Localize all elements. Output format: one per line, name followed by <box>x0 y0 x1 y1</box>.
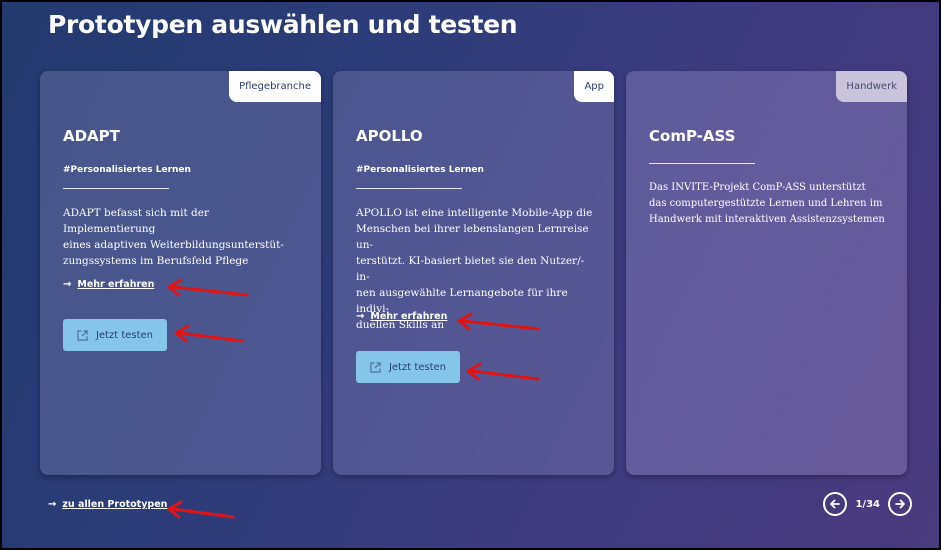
card-title: APOLLO <box>356 127 423 145</box>
card-description: ADAPT befasst sich mit der Implementieru… <box>63 205 303 269</box>
category-badge: Handwerk <box>836 71 907 102</box>
all-prototypes-link[interactable]: → zu allen Prototypen <box>48 499 167 510</box>
red-annotation-arrow <box>167 500 235 519</box>
description-line: eines adaptiven Weiterbildungsunterstüt- <box>63 239 284 251</box>
card-tag: #Personalisiertes Lernen <box>63 165 191 175</box>
category-badge: Pflegebranche <box>229 71 321 102</box>
test-now-button[interactable]: Jetzt testen <box>63 319 167 351</box>
external-link-icon <box>370 361 381 373</box>
next-button[interactable] <box>888 492 912 516</box>
all-prototypes-label: zu allen Prototypen <box>62 499 168 510</box>
prototype-card-comp-ass[interactable]: Handwerk ComP-ASS Das INVITE-Projekt Com… <box>626 71 907 475</box>
carousel-pager: 1/34 <box>823 492 912 516</box>
prev-button[interactable] <box>823 492 848 516</box>
arrow-right-icon: → <box>356 310 365 322</box>
prototype-card-apollo: App APOLLO #Personalisiertes Lernen APOL… <box>333 71 614 475</box>
divider <box>649 163 755 164</box>
test-now-label: Jetzt testen <box>95 329 154 341</box>
arrow-right-icon: → <box>63 278 72 290</box>
description-line: APOLLO ist eine intelligente Mobile-App … <box>356 207 593 219</box>
description-line: zungssystems im Berufsfeld Pflege <box>63 255 249 267</box>
arrow-right-icon: → <box>48 498 57 510</box>
description-line: Handwerk mit interaktiven Assistenzsyste… <box>649 214 885 225</box>
red-annotation-arrow <box>457 312 540 331</box>
chevron-left-circle-icon <box>830 499 841 509</box>
more-info-label: Mehr erfahren <box>77 279 155 290</box>
more-info-link[interactable]: → Mehr erfahren <box>356 311 447 322</box>
description-line: terstützt. KI-basiert bietet sie den Nut… <box>356 255 585 283</box>
page-counter: 1/34 <box>855 498 880 510</box>
card-description: Das INVITE-Projekt ComP-ASS unterstützt … <box>649 180 889 228</box>
description-line: das computergestützte Lernen und Lehren … <box>649 198 883 209</box>
divider <box>356 188 462 189</box>
test-now-button[interactable]: Jetzt testen <box>356 351 460 383</box>
chevron-right-circle-icon <box>895 499 905 509</box>
divider <box>63 188 169 189</box>
external-link-icon <box>77 329 88 341</box>
red-annotation-arrow <box>167 278 249 297</box>
card-title: ADAPT <box>63 127 120 145</box>
card-tag: #Personalisiertes Lernen <box>356 165 484 175</box>
prototype-card-adapt: Pflegebranche ADAPT #Personalisiertes Le… <box>40 71 321 475</box>
description-line: Menschen bei ihrer lebenslangen Lernreis… <box>356 223 589 251</box>
test-now-label: Jetzt testen <box>388 361 447 373</box>
description-line: ADAPT befasst sich mit der Implementieru… <box>63 207 209 235</box>
screenshot-frame: Prototypen auswählen und testen Pflegebr… <box>0 0 941 550</box>
red-annotation-arrow <box>174 324 244 343</box>
page-title: Prototypen auswählen und testen <box>48 10 518 39</box>
description-line: Das INVITE-Projekt ComP-ASS unterstützt <box>649 182 866 193</box>
category-badge: App <box>574 71 614 102</box>
more-info-label: Mehr erfahren <box>370 311 448 322</box>
red-annotation-arrow <box>466 362 540 381</box>
more-info-link[interactable]: → Mehr erfahren <box>63 279 154 290</box>
card-title: ComP-ASS <box>649 127 736 145</box>
